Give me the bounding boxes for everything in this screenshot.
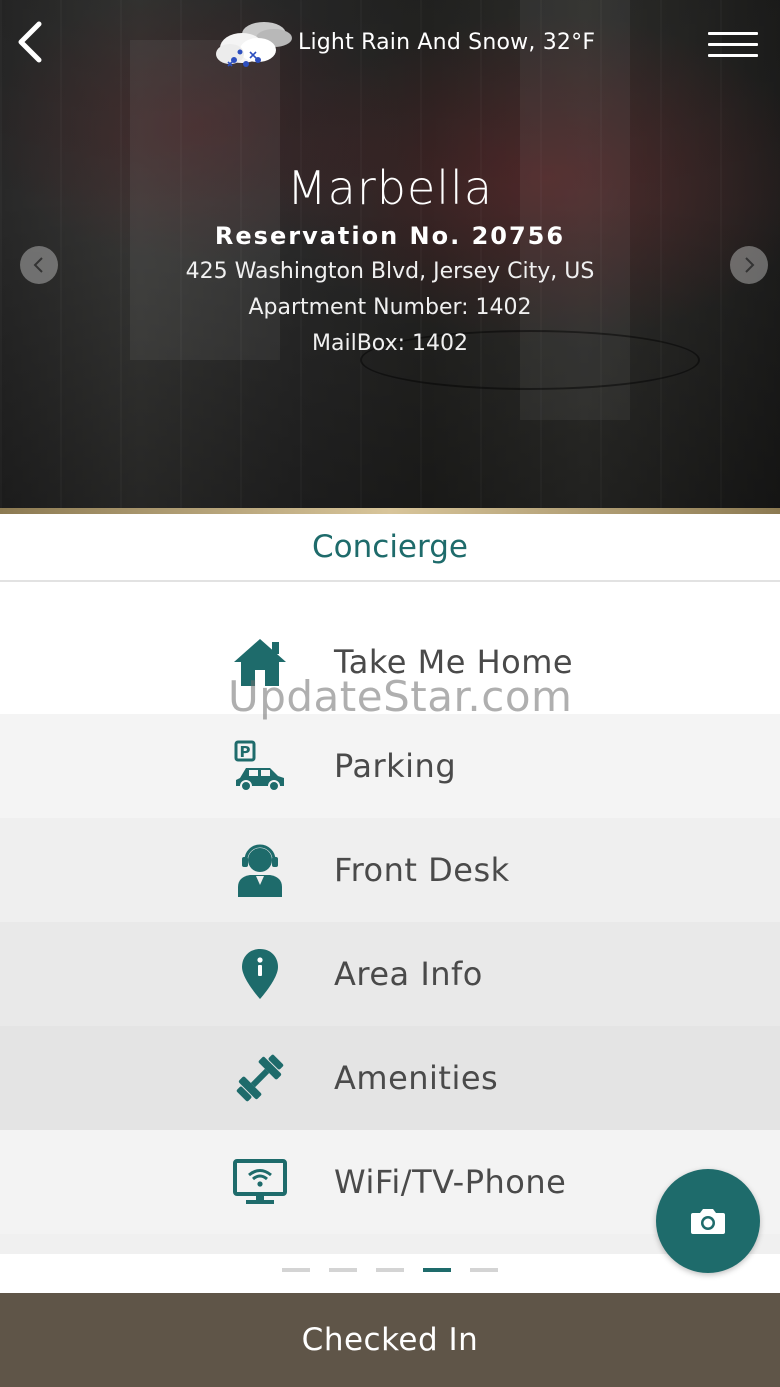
menu-item-amenities[interactable]: Amenities bbox=[0, 1026, 780, 1130]
menu-item-label: WiFi/TV-Phone bbox=[334, 1163, 567, 1201]
menu-item-label: Front Desk bbox=[334, 851, 510, 889]
property-name: Marbella bbox=[286, 161, 494, 215]
weather-widget: Light Rain And Snow, 32°F bbox=[212, 14, 595, 70]
page-dot[interactable] bbox=[329, 1268, 357, 1272]
hamburger-menu-button[interactable] bbox=[708, 26, 758, 60]
menu-item-label: Area Info bbox=[334, 955, 483, 993]
menu-item-parking[interactable]: P Parking bbox=[0, 714, 780, 818]
page-indicator bbox=[282, 1268, 498, 1272]
hero-banner: Light Rain And Snow, 32°F Marbella Reser… bbox=[0, 0, 780, 510]
property-address: 425 Washington Blvd, Jersey City, US bbox=[185, 259, 595, 284]
svg-text:P: P bbox=[240, 743, 251, 761]
mailbox-number: MailBox: 1402 bbox=[312, 331, 468, 356]
wifi-tv-icon bbox=[233, 1159, 287, 1204]
camera-icon bbox=[691, 1209, 725, 1234]
menu-item-take-me-home[interactable]: Take Me Home bbox=[0, 610, 780, 714]
menu-item-front-desk[interactable]: Front Desk bbox=[0, 818, 780, 922]
section-header: Concierge bbox=[0, 514, 780, 582]
map-pin-info-icon bbox=[242, 949, 278, 999]
menu-item-area-info[interactable]: Area Info bbox=[0, 922, 780, 1026]
chevron-left-icon bbox=[18, 21, 42, 63]
page-dot[interactable] bbox=[376, 1268, 404, 1272]
weather-text: Light Rain And Snow, 32°F bbox=[298, 29, 596, 55]
back-button[interactable] bbox=[10, 18, 50, 66]
property-info: Marbella Reservation No. 20756 425 Washi… bbox=[0, 158, 780, 362]
parking-car-icon: P bbox=[234, 740, 284, 792]
rain-snow-cloud-icon bbox=[216, 22, 292, 67]
check-in-status-bar[interactable]: Checked In bbox=[0, 1293, 780, 1387]
apartment-number: Apartment Number: 1402 bbox=[248, 295, 532, 320]
page-dot[interactable] bbox=[470, 1268, 498, 1272]
page-dot-active[interactable] bbox=[423, 1268, 451, 1272]
section-title: Concierge bbox=[312, 529, 468, 565]
check-in-status: Checked In bbox=[301, 1322, 479, 1358]
camera-button[interactable] bbox=[656, 1169, 760, 1273]
menu-item-label: Amenities bbox=[334, 1059, 499, 1097]
receptionist-icon bbox=[238, 844, 282, 897]
concierge-menu: Take Me Home P Parking Front Desk Area I… bbox=[0, 610, 780, 1254]
hamburger-menu-icon bbox=[708, 26, 758, 57]
dumbbell-icon bbox=[236, 1054, 284, 1102]
reservation-number: Reservation No. 20756 bbox=[214, 222, 566, 250]
home-icon bbox=[234, 639, 286, 686]
menu-item-label: Take Me Home bbox=[334, 643, 574, 681]
menu-item-label: Parking bbox=[334, 747, 457, 785]
page-dot[interactable] bbox=[282, 1268, 310, 1272]
